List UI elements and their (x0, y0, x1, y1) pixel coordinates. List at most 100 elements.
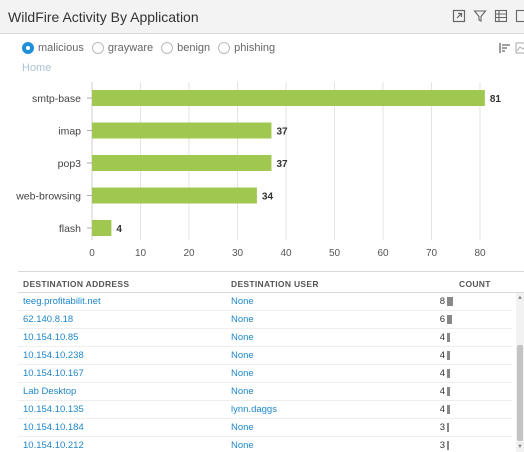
radio-dot-selected[interactable] (22, 42, 34, 54)
scroll-up-arrow-icon[interactable]: ▲ (516, 293, 524, 303)
category-label: imap (58, 126, 81, 138)
count-bar (447, 333, 450, 342)
category-label: smtp-base (32, 93, 81, 105)
radio-dot[interactable] (161, 42, 174, 54)
x-tick-label: 10 (135, 248, 147, 258)
destination-user-link[interactable]: None (231, 296, 254, 307)
table-body: teeg.profitabilit.net None 8 62.140.8.18 Non… (18, 293, 512, 452)
table-row[interactable]: 10.154.10.238 None 4 (18, 347, 512, 365)
bar-value-label: 37 (276, 159, 288, 170)
chart-icon[interactable] (515, 9, 524, 23)
table-icon[interactable] (494, 9, 508, 23)
radio-label: phishing (234, 42, 276, 54)
destination-user-link[interactable]: None (231, 368, 254, 379)
count-value: 6 (439, 314, 445, 325)
widget-title: WildFire Activity By Application (8, 9, 199, 25)
destination-user-link[interactable]: None (231, 332, 254, 343)
radio-label: grayware (107, 42, 154, 54)
radio-malicious[interactable]: malicious (22, 42, 84, 54)
count-value: 4 (439, 404, 445, 415)
bar (92, 122, 272, 139)
column-header-address[interactable]: DESTINATION ADDRESS (23, 279, 129, 289)
threat-type-filter: malicious grayware benign phishing (22, 40, 283, 56)
destination-address-link[interactable]: 10.154.10.212 (23, 440, 84, 451)
bar-value-label: 4 (116, 224, 122, 235)
scrollbar-thumb[interactable] (517, 345, 523, 441)
count-bar (447, 315, 452, 324)
table-row[interactable]: 10.154.10.167 None 4 (18, 365, 512, 383)
bar (92, 155, 272, 171)
expand-icon[interactable] (452, 9, 466, 23)
destination-address-link[interactable]: 62.140.8.18 (23, 314, 73, 325)
radio-label: benign (177, 42, 211, 54)
count-value: 3 (439, 422, 445, 433)
x-tick-label: 20 (183, 248, 195, 258)
count-value: 8 (439, 296, 445, 307)
category-label: web-browsing (15, 191, 81, 203)
x-tick-label: 30 (232, 248, 244, 258)
destination-user-link[interactable]: None (231, 386, 254, 397)
widget-header: WildFire Activity By Application (0, 0, 524, 34)
count-bar (447, 369, 450, 378)
filter-icon[interactable] (473, 9, 487, 23)
destination-user-link[interactable]: None (231, 422, 254, 433)
x-tick-label: 80 (474, 248, 486, 258)
count-value: 4 (439, 368, 445, 379)
destination-user-link[interactable]: lynn.daggs (231, 404, 277, 415)
table-row[interactable]: 62.140.8.18 None 6 (18, 311, 512, 329)
table-row[interactable]: 10.154.10.184 None 3 (18, 419, 512, 437)
count-bar (447, 423, 449, 432)
destination-user-link[interactable]: None (231, 440, 254, 451)
category-label: flash (59, 223, 81, 235)
x-tick-label: 0 (89, 248, 95, 258)
radio-dot[interactable] (218, 42, 231, 54)
destination-address-link[interactable]: Lab Desktop (23, 386, 76, 397)
breadcrumb-home[interactable]: Home (22, 62, 51, 74)
table-row[interactable]: 10.154.10.135 lynn.daggs 4 (18, 401, 512, 419)
bar-value-label: 34 (262, 192, 274, 203)
count-value: 4 (439, 386, 445, 397)
x-tick-label: 40 (280, 248, 292, 258)
bar (92, 187, 257, 204)
table-row[interactable]: Lab Desktop None 4 (18, 383, 512, 401)
x-tick-label: 60 (377, 248, 389, 258)
table-row[interactable]: 10.154.10.212 None 3 (18, 437, 512, 452)
count-bar (447, 387, 450, 396)
count-bar (447, 405, 450, 414)
count-value: 4 (439, 332, 445, 343)
bar-value-label: 81 (490, 94, 502, 105)
count-bar (447, 297, 453, 306)
destination-user-link[interactable]: None (231, 314, 254, 325)
radio-label: malicious (38, 42, 84, 54)
table-row[interactable]: 10.154.10.85 None 4 (18, 329, 512, 347)
scroll-down-arrow-icon[interactable]: ▼ (516, 442, 524, 452)
destination-address-link[interactable]: 10.154.10.85 (23, 332, 78, 343)
destination-address-link[interactable]: 10.154.10.167 (23, 368, 84, 379)
bar-chart-icon[interactable] (499, 42, 511, 54)
count-value: 3 (439, 440, 445, 451)
radio-benign[interactable]: benign (161, 42, 210, 54)
line-chart-icon[interactable] (515, 42, 524, 54)
radio-dot[interactable] (91, 42, 104, 54)
column-header-count[interactable]: COUNT (459, 279, 491, 289)
bar (92, 220, 112, 236)
table-scrollbar[interactable]: ▲ ▼ (516, 293, 524, 452)
destination-user-link[interactable]: None (231, 350, 254, 361)
radio-phishing[interactable]: phishing (218, 42, 275, 54)
table-header: DESTINATION ADDRESS DESTINATION USER COU… (18, 271, 524, 293)
destination-address-link[interactable]: 10.154.10.135 (23, 404, 84, 415)
category-label: pop3 (58, 158, 82, 170)
bar (92, 90, 485, 106)
destination-address-link[interactable]: 10.154.10.184 (23, 422, 84, 433)
bar-value-label: 37 (276, 127, 288, 138)
column-header-user[interactable]: DESTINATION USER (231, 279, 319, 289)
radio-grayware[interactable]: grayware (91, 42, 154, 54)
x-tick-label: 50 (329, 248, 341, 258)
x-tick-label: 70 (426, 248, 438, 258)
count-bar (447, 441, 449, 450)
destination-address-link[interactable]: teeg.profitabilit.net (23, 296, 101, 307)
bar-chart: 010203040506070809smtp-base81imap37pop33… (15, 82, 502, 258)
destination-address-link[interactable]: 10.154.10.238 (23, 350, 84, 361)
count-value: 4 (439, 350, 445, 361)
table-row[interactable]: teeg.profitabilit.net None 8 (18, 293, 512, 311)
